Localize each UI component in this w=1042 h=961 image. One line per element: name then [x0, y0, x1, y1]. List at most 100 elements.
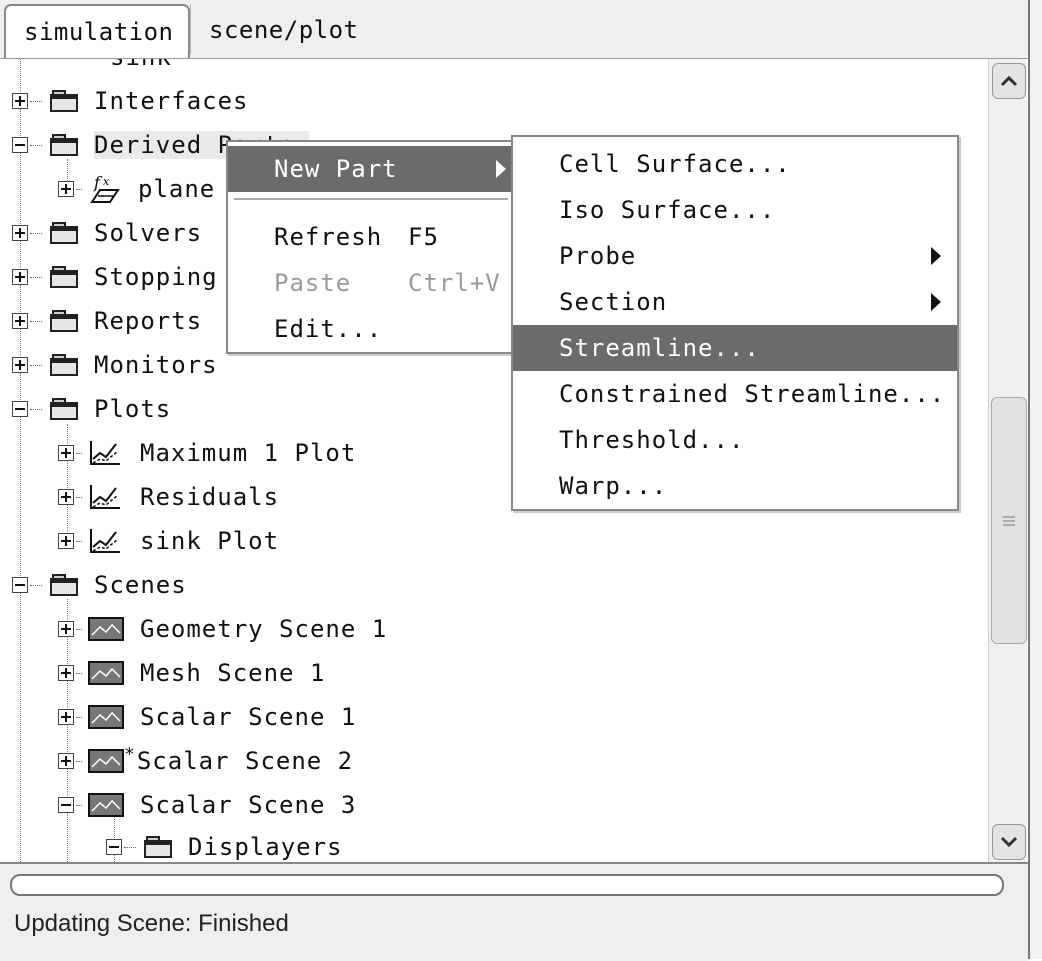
tree-item-displayers[interactable]: Displayers	[106, 829, 343, 862]
tree-item-label: Interfaces	[94, 87, 249, 115]
submenu-arrow-icon	[496, 160, 506, 178]
tree-item-plane[interactable]: fx plane	[58, 171, 215, 207]
scene-icon	[88, 793, 124, 817]
collapse-icon[interactable]	[12, 401, 28, 417]
menu-item-paste: Paste Ctrl+V	[228, 260, 514, 306]
chevron-down-icon	[1000, 836, 1018, 848]
expand-icon[interactable]	[58, 181, 74, 197]
fx-icon: fx	[88, 172, 122, 206]
menu-item-streamline[interactable]: Streamline...	[513, 325, 957, 371]
tree-guide-line	[20, 59, 21, 862]
tab-scene-plot[interactable]: scene/plot	[190, 4, 377, 54]
svg-text:x: x	[103, 175, 110, 188]
tree-item-label: Maximum 1 Plot	[140, 439, 357, 467]
new-part-submenu: Cell Surface... Iso Surface... Probe Sec…	[511, 135, 959, 511]
menu-item-label: Paste	[274, 269, 352, 297]
tab-simulation[interactable]: simulation	[4, 4, 190, 58]
submenu-arrow-icon	[931, 293, 941, 311]
submenu-arrow-icon	[931, 247, 941, 265]
plot-icon	[88, 527, 122, 555]
tree-item-stopping-criteria[interactable]: Stopping	[12, 259, 218, 295]
status-text: Updating Scene: Finished	[14, 910, 289, 937]
menu-item-probe[interactable]: Probe	[513, 233, 957, 279]
tree-item-maximum-1-plot[interactable]: Maximum 1 Plot	[58, 435, 356, 471]
scene-icon	[88, 705, 124, 729]
expand-icon[interactable]	[58, 489, 74, 505]
expand-icon[interactable]	[12, 93, 28, 109]
tree-item-label: Scalar Scene 1	[140, 703, 357, 731]
expand-icon[interactable]	[58, 665, 74, 681]
expand-icon[interactable]	[12, 357, 28, 373]
grip-icon	[1003, 515, 1015, 526]
tree-item-scalar-scene-3[interactable]: Scalar Scene 3	[58, 787, 356, 823]
expand-icon[interactable]	[58, 621, 74, 637]
context-menu: New Part Refresh F5 Paste Ctrl+V Edit...	[226, 140, 516, 354]
tree-item-label: Monitors	[94, 351, 218, 379]
tree-item-label: Residuals	[140, 483, 280, 511]
tree-item-interfaces[interactable]: Interfaces	[12, 83, 249, 119]
menu-item-iso-surface[interactable]: Iso Surface...	[513, 187, 957, 233]
menu-item-new-part[interactable]: New Part	[228, 146, 514, 192]
tree-item-label: Geometry Scene 1	[140, 615, 388, 643]
tab-bar: simulation scene/plot	[0, 0, 1028, 59]
menu-item-label: Refresh	[274, 223, 383, 251]
progress-bar	[10, 874, 1004, 896]
folder-icon	[50, 222, 80, 244]
menu-item-label: Iso Surface...	[559, 196, 776, 224]
tree-item-label: Mesh Scene 1	[140, 659, 326, 687]
tree-item-label: plane	[138, 175, 216, 203]
menu-separator	[234, 198, 508, 200]
scroll-down-button[interactable]	[992, 824, 1026, 860]
folder-icon	[50, 134, 80, 156]
folder-icon	[50, 354, 80, 376]
tree-vertical-scrollbar[interactable]	[988, 59, 1027, 862]
tree-item-label: Plots	[94, 395, 172, 423]
expand-icon[interactable]	[58, 533, 74, 549]
tree-item-residuals[interactable]: Residuals	[58, 479, 279, 515]
menu-item-warp[interactable]: Warp...	[513, 463, 957, 509]
tree-item-label: sink	[110, 59, 172, 71]
expand-icon[interactable]	[12, 313, 28, 329]
collapse-icon[interactable]	[106, 839, 122, 855]
menu-item-cell-surface[interactable]: Cell Surface...	[513, 141, 957, 187]
window-edge	[1030, 0, 1042, 959]
tree-item-scalar-scene-1[interactable]: Scalar Scene 1	[58, 699, 356, 735]
menu-item-shortcut: Ctrl+V	[408, 269, 501, 297]
collapse-icon[interactable]	[12, 137, 28, 153]
collapse-icon[interactable]	[58, 797, 74, 813]
menu-item-constrained-streamline[interactable]: Constrained Streamline...	[513, 371, 957, 417]
tree-item-sink-plot[interactable]: sink Plot	[58, 523, 279, 559]
menu-item-section[interactable]: Section	[513, 279, 957, 325]
expand-icon[interactable]	[58, 753, 74, 769]
modified-marker-icon: *	[124, 743, 135, 765]
menu-item-refresh[interactable]: Refresh F5	[228, 214, 514, 260]
menu-item-label: Section	[559, 288, 668, 316]
menu-item-label: Threshold...	[559, 426, 745, 454]
expand-icon[interactable]	[12, 269, 28, 285]
tree-item-solvers[interactable]: Solvers	[12, 215, 202, 251]
expand-icon[interactable]	[58, 709, 74, 725]
expand-icon[interactable]	[58, 445, 74, 461]
collapse-icon[interactable]	[12, 577, 28, 593]
menu-item-edit[interactable]: Edit...	[228, 306, 514, 352]
tree-item-geometry-scene-1[interactable]: Geometry Scene 1	[58, 611, 387, 647]
tree-item-monitors[interactable]: Monitors	[12, 347, 218, 383]
folder-icon	[50, 398, 80, 420]
tree-item-reports[interactable]: Reports	[12, 303, 202, 339]
tree-item-label: Solvers	[94, 219, 203, 247]
menu-item-label: Cell Surface...	[559, 150, 791, 178]
scroll-thumb[interactable]	[991, 397, 1027, 644]
scroll-up-button[interactable]	[992, 63, 1026, 99]
tree-item-sink-partial[interactable]: sink	[52, 59, 172, 75]
menu-item-label: Probe	[559, 242, 637, 270]
menu-item-label: Warp...	[559, 472, 668, 500]
tree-item-mesh-scene-1[interactable]: Mesh Scene 1	[58, 655, 325, 691]
tree-item-label: Scenes	[94, 571, 187, 599]
menu-item-threshold[interactable]: Threshold...	[513, 417, 957, 463]
tree-item-plots[interactable]: Plots	[12, 391, 171, 427]
tree-item-scenes[interactable]: Scenes	[12, 567, 187, 603]
menu-item-label: New Part	[274, 155, 398, 183]
tree-item-scalar-scene-2[interactable]: * Scalar Scene 2	[58, 743, 353, 779]
expand-icon[interactable]	[12, 225, 28, 241]
folder-icon	[144, 836, 174, 858]
